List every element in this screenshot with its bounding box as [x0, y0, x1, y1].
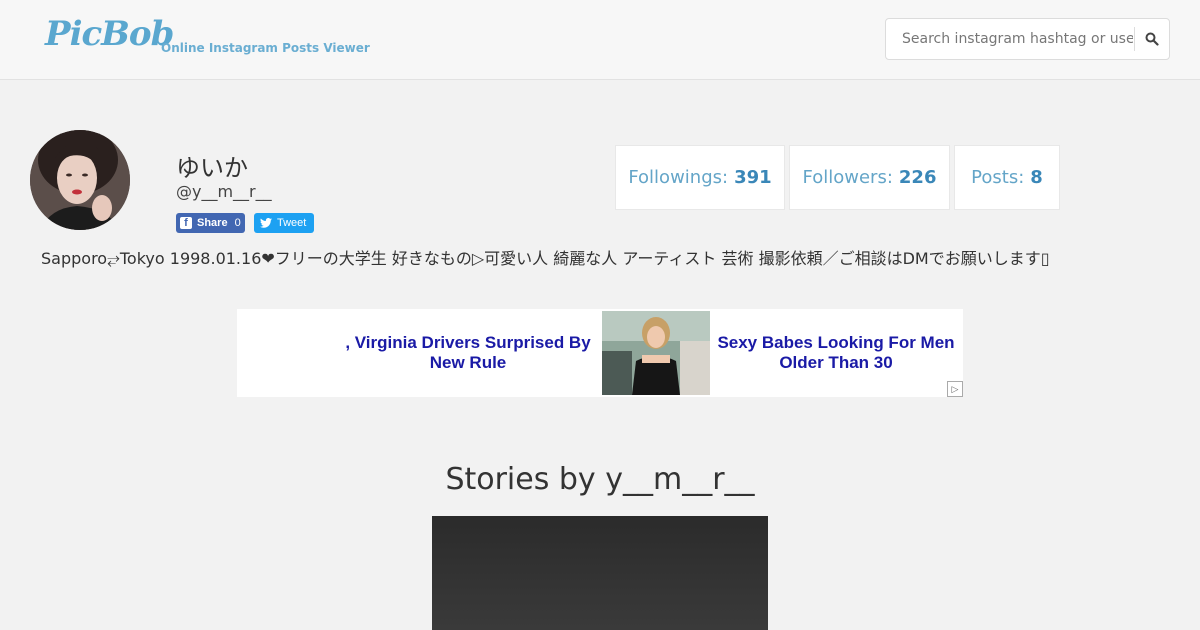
twitter-bird-icon: [260, 218, 272, 228]
facebook-share-label: Share: [197, 217, 228, 229]
story-video[interactable]: [432, 516, 768, 630]
stat-followings-value: 391: [734, 167, 772, 188]
advertisement-banner: , Virginia Drivers Surprised By New Rule…: [237, 309, 963, 397]
stat-posts-value: 8: [1030, 167, 1043, 188]
profile-bio: Sapporo⥂Tokyo 1998.01.16❤フリーの大学生 好きなもの▷可…: [41, 249, 1050, 268]
stat-followings[interactable]: Followings: 391: [615, 145, 785, 210]
ad-photo[interactable]: [602, 311, 710, 395]
site-header: PicBob Online Instagram Posts Viewer: [0, 0, 1200, 80]
search-box: [885, 18, 1170, 60]
ad-headline-left[interactable]: , Virginia Drivers Surprised By New Rule: [337, 333, 599, 373]
stories-title: Stories by y__m__r__: [445, 462, 755, 497]
search-icon: [1145, 32, 1159, 46]
adchoices-icon[interactable]: ▷: [947, 381, 963, 397]
tweet-button[interactable]: Tweet: [254, 213, 314, 233]
stat-posts[interactable]: Posts: 8: [954, 145, 1060, 210]
site-tagline: Online Instagram Posts Viewer: [161, 41, 370, 55]
search-button[interactable]: [1135, 20, 1169, 58]
stat-followers[interactable]: Followers: 226: [789, 145, 950, 210]
stat-followers-label: Followers:: [802, 167, 893, 188]
stat-posts-label: Posts:: [971, 167, 1025, 188]
profile-username: @y__m__r__: [176, 182, 272, 201]
profile-avatar: [30, 130, 130, 230]
stat-followings-label: Followings:: [628, 167, 729, 188]
facebook-icon: f: [180, 217, 192, 229]
site-logo[interactable]: PicBob: [45, 14, 174, 54]
facebook-share-count: 0: [234, 217, 241, 229]
tweet-label: Tweet: [277, 217, 307, 229]
facebook-share-button[interactable]: f Share 0: [176, 213, 245, 233]
search-input[interactable]: [887, 20, 1133, 58]
profile-display-name: ゆいか: [176, 154, 248, 182]
ad-headline-right[interactable]: Sexy Babes Looking For Men Older Than 30: [713, 333, 959, 373]
stat-followers-value: 226: [898, 167, 937, 188]
